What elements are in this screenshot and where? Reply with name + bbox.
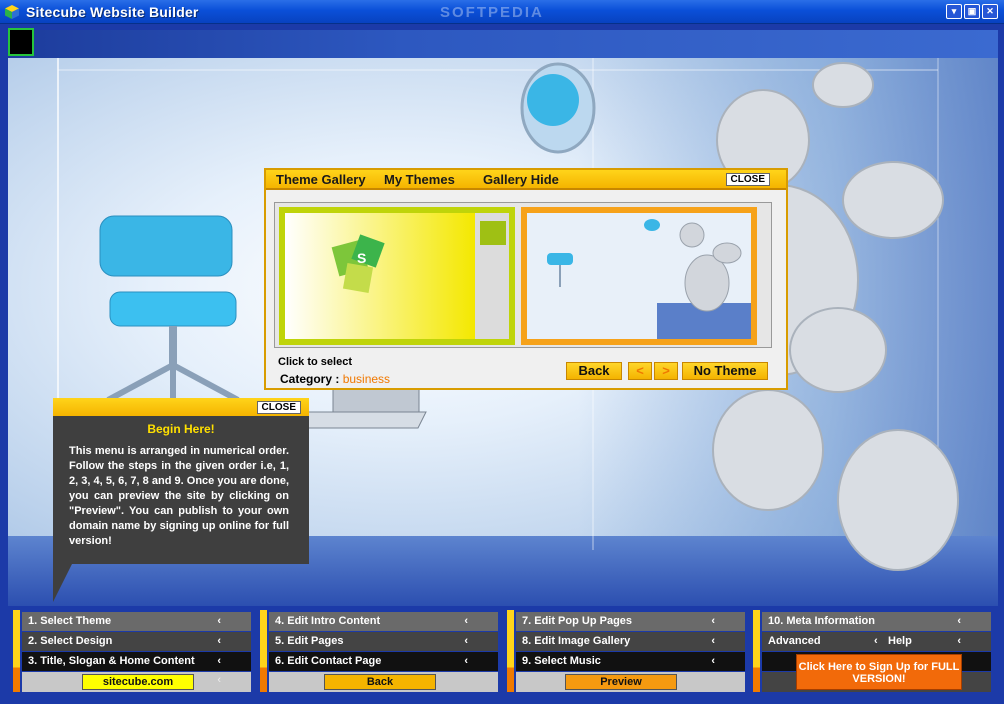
menu-item-edit-intro[interactable]: 4. Edit Intro Content ‹: [269, 612, 498, 631]
theme-thumbnails: S: [274, 202, 772, 348]
menu-item-select-design[interactable]: 2. Select Design ‹: [22, 632, 251, 651]
menu-item-help[interactable]: Help: [888, 632, 912, 651]
tab-theme-gallery[interactable]: Theme Gallery: [276, 172, 366, 187]
gallery-close-button[interactable]: CLOSE: [725, 173, 770, 186]
prev-theme-button[interactable]: <: [628, 362, 652, 380]
menu-item-select-theme[interactable]: 1. Select Theme ‹: [22, 612, 251, 631]
theme-gallery-dialog: Theme Gallery My Themes Gallery Hide CLO…: [264, 168, 788, 390]
chevron-left-icon: ‹: [957, 635, 961, 647]
chevron-left-icon: ‹: [874, 635, 878, 647]
maximize-button[interactable]: ▣: [964, 4, 980, 19]
chevron-left-icon: ‹: [217, 674, 221, 686]
menu-item-title-slogan[interactable]: 3. Title, Slogan & Home Content ‹: [22, 652, 251, 671]
menu-panel-1: 1. Select Theme ‹ 2. Select Design ‹ 3. Ti…: [13, 610, 251, 692]
gallery-back-button[interactable]: Back: [566, 362, 622, 380]
category-line: Category : business: [280, 372, 390, 386]
sitecube-link-button[interactable]: sitecube.com: [82, 674, 194, 690]
next-theme-button[interactable]: >: [654, 362, 678, 380]
minimize-button[interactable]: ▾: [946, 4, 962, 19]
chevron-left-icon: ‹: [464, 655, 468, 667]
begin-here-tooltip: CLOSE Begin Here! This menu is arranged …: [53, 398, 309, 564]
click-to-select-hint: Click to select: [278, 356, 352, 368]
cube-icon: [5, 5, 19, 19]
begin-close-button[interactable]: CLOSE: [256, 401, 301, 414]
gallery-tab-bar: Theme Gallery My Themes Gallery Hide CLO…: [266, 170, 786, 190]
menu-item-advanced[interactable]: Advanced: [768, 635, 821, 647]
chevron-left-icon: ‹: [217, 635, 221, 647]
window-title: Sitecube Website Builder: [26, 4, 199, 20]
chair-illustration: [99, 215, 240, 410]
begin-header: CLOSE: [53, 398, 309, 416]
no-theme-button[interactable]: No Theme: [682, 362, 768, 380]
chevron-left-icon: ‹: [711, 615, 715, 627]
chevron-left-icon: ‹: [711, 635, 715, 647]
theme-thumbnail-1[interactable]: S: [279, 207, 515, 345]
selection-marker: [8, 28, 34, 56]
menu-row-advanced-help: Advanced ‹ Help ‹: [762, 632, 991, 651]
menu-item-edit-popup[interactable]: 7. Edit Pop Up Pages ‹: [516, 612, 745, 631]
menu-item-edit-gallery[interactable]: 8. Edit Image Gallery ‹: [516, 632, 745, 651]
theme-thumbnail-2-art: [527, 213, 751, 339]
menu-item-select-music[interactable]: 9. Select Music ‹: [516, 652, 745, 671]
chevron-left-icon: ‹: [464, 615, 468, 627]
svg-text:S: S: [357, 250, 366, 266]
chevron-left-icon: ‹: [711, 655, 715, 667]
category-value[interactable]: business: [343, 372, 390, 386]
tooltip-pointer: [53, 562, 73, 602]
theme-thumbnail-2[interactable]: [521, 207, 757, 345]
menu-item-meta-info[interactable]: 10. Meta Information ‹: [762, 612, 991, 631]
chevron-left-icon: ‹: [957, 615, 961, 627]
theme-thumbnail-1-art: S: [285, 213, 509, 339]
chevron-left-icon: ‹: [217, 655, 221, 667]
close-window-button[interactable]: ✕: [982, 4, 998, 19]
chevron-left-icon: ‹: [464, 635, 468, 647]
laptop-illustration: [299, 385, 427, 429]
tab-my-themes[interactable]: My Themes: [384, 172, 455, 187]
menu-panel-3: 7. Edit Pop Up Pages ‹ 8. Edit Image Gall…: [507, 610, 745, 692]
begin-instructions: This menu is arranged in numerical order…: [69, 445, 289, 547]
chevron-left-icon: ‹: [217, 615, 221, 627]
preview-button[interactable]: Preview: [565, 674, 677, 690]
begin-title: Begin Here!: [147, 422, 215, 436]
category-label: Category :: [280, 372, 340, 386]
window-titlebar: Sitecube Website Builder SOFTPEDIA ▾ ▣ ✕: [0, 0, 1004, 24]
tab-gallery-hide[interactable]: Gallery Hide: [483, 172, 559, 187]
back-button[interactable]: Back: [324, 674, 436, 690]
menu-panel-2: 4. Edit Intro Content ‹ 5. Edit Pages ‹ 6.…: [260, 610, 498, 692]
menu-item-edit-contact[interactable]: 6. Edit Contact Page ‹: [269, 652, 498, 671]
watermark: SOFTPEDIA: [440, 4, 544, 21]
preview-top-band: [8, 30, 998, 58]
menu-item-edit-pages[interactable]: 5. Edit Pages ‹: [269, 632, 498, 651]
signup-full-version-button[interactable]: Click Here to Sign Up for FULL VERSION!: [796, 654, 962, 690]
